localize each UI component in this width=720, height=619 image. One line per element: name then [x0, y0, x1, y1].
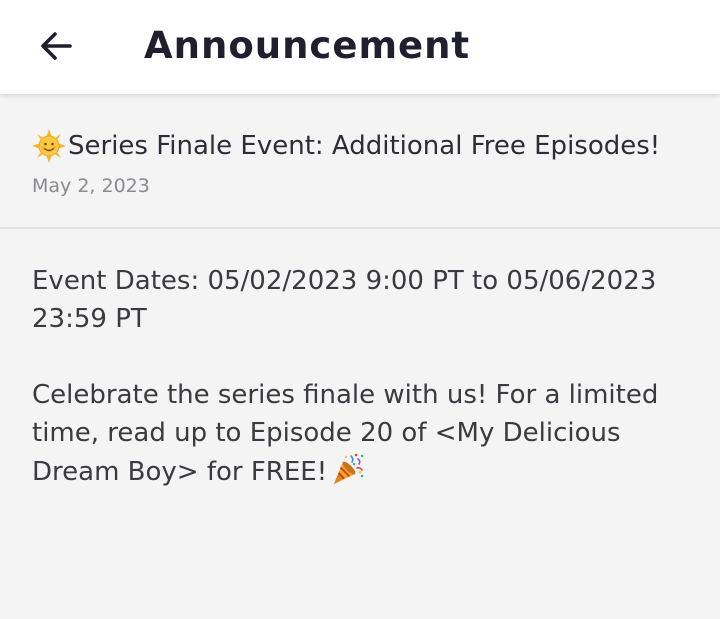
- announcement-title-row: Series Finale Event: Additional Free Epi…: [32, 127, 660, 165]
- sun-with-face-icon: [32, 129, 66, 163]
- announcement-body: Event Dates: 05/02/2023 9:00 PT to 05/06…: [32, 262, 682, 491]
- back-arrow-icon: [41, 32, 72, 60]
- announcement-date: May 2, 2023: [32, 175, 150, 197]
- event-dates-text: Event Dates: 05/02/2023 9:00 PT to 05/06…: [32, 266, 657, 334]
- announcement-header: Series Finale Event: Additional Free Epi…: [0, 96, 720, 229]
- announcement-title: Series Finale Event: Additional Free Epi…: [68, 131, 661, 161]
- back-button[interactable]: [30, 22, 82, 70]
- top-app-bar: Announcement: [0, 0, 720, 94]
- page-title: Announcement: [144, 24, 471, 67]
- party-popper-icon: [334, 453, 364, 484]
- celebrate-paragraph: Celebrate the series finale with us! For…: [32, 376, 682, 491]
- app-root: Announcement Series Finale Event: Additi…: [0, 0, 720, 619]
